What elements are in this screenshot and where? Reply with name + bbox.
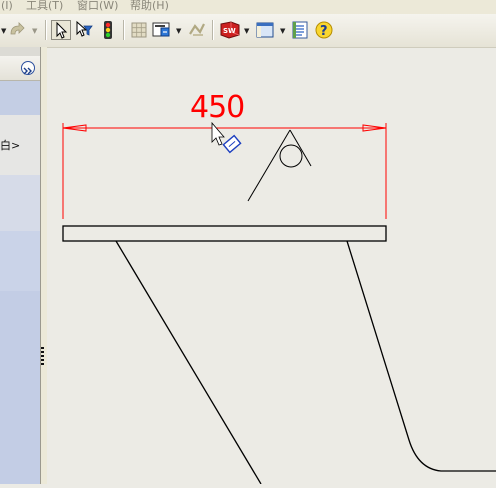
dimension-dropdown-arrow[interactable]: ▼ (176, 27, 181, 35)
grid-icon[interactable] (129, 20, 149, 40)
help-icon[interactable]: ? (314, 20, 334, 40)
tree-row[interactable] (0, 291, 40, 484)
toolbar: ▼ ▼ ▼ SW ▼ ▼ ? (0, 14, 496, 48)
menu-item-window[interactable]: 窗口(W) (77, 0, 118, 12)
svg-text:SW: SW (223, 27, 236, 35)
redo-dropdown-arrow[interactable]: ▼ (32, 27, 37, 35)
properties-list-icon[interactable] (290, 20, 310, 40)
view-dropdown-arrow[interactable]: ▼ (280, 27, 285, 35)
double-chevron-right-icon (23, 67, 32, 75)
menu-bar: (I) 工具(T) 窗口(W) 帮助(H) (0, 0, 496, 14)
traffic-light-icon[interactable] (98, 20, 118, 40)
expand-panel-button[interactable] (21, 61, 35, 75)
tree-item-label[interactable]: 白> (0, 137, 20, 153)
disabled-tool-icon[interactable] (187, 20, 207, 40)
select-filter-icon[interactable] (74, 20, 94, 40)
solidworks-icon[interactable]: SW (219, 20, 240, 40)
tree-row[interactable] (0, 81, 40, 115)
tree-row[interactable] (0, 231, 40, 291)
surface-finish-symbol[interactable] (247, 129, 312, 202)
tree-row[interactable] (0, 175, 40, 231)
view-window-icon[interactable] (255, 20, 275, 40)
toolbar-separator (45, 20, 47, 40)
drawing-canvas[interactable] (46, 47, 496, 485)
right-leg-line[interactable] (346, 240, 496, 472)
redo-icon[interactable] (7, 20, 27, 40)
left-leg-line[interactable] (115, 240, 262, 485)
menu-item-insert[interactable]: (I) (1, 0, 13, 12)
select-arrow-icon[interactable] (51, 20, 71, 40)
menu-item-tools[interactable]: 工具(T) (26, 0, 63, 12)
solidworks-dropdown-arrow[interactable]: ▼ (244, 27, 249, 35)
toolbar-separator (212, 20, 214, 40)
undo-dropdown-arrow[interactable]: ▼ (1, 27, 6, 35)
dimension-cursor (211, 121, 242, 154)
toolbar-separator (123, 20, 125, 40)
dimension-value[interactable]: 450 (190, 91, 245, 125)
splitter-grip[interactable] (41, 347, 44, 367)
menu-item-help[interactable]: 帮助(H) (130, 0, 169, 12)
top-plate[interactable] (62, 225, 387, 242)
smart-dimension-icon[interactable] (152, 20, 172, 40)
svg-text:?: ? (320, 24, 328, 39)
